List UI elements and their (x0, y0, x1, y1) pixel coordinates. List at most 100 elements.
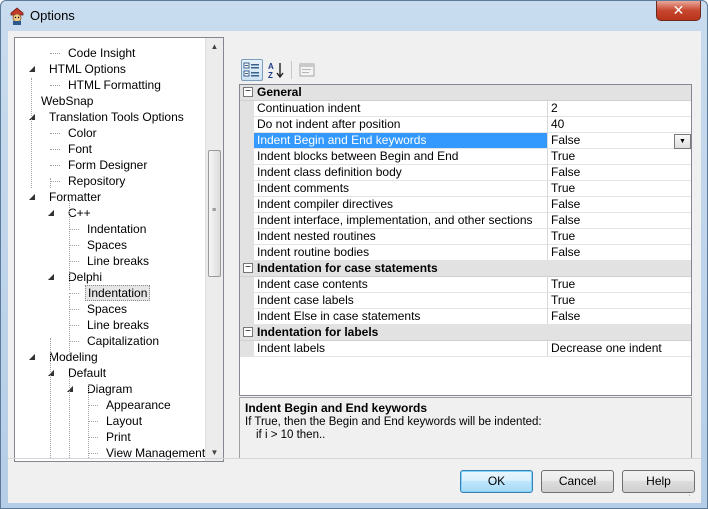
tree-item[interactable]: Capitalization (15, 333, 205, 349)
tree-expander-icon[interactable]: ◢ (46, 269, 56, 285)
tree-item[interactable]: Appearance (15, 397, 205, 413)
tree-expander-icon[interactable]: ◢ (27, 349, 37, 365)
property-name[interactable]: Continuation indent (254, 101, 548, 117)
property-name[interactable]: Indent Else in case statements (254, 309, 548, 325)
options-tree[interactable]: Code Insight ◢ HTML Options HTML Formatting… (14, 37, 224, 462)
property-name[interactable]: Indent interface, implementation, and ot… (254, 213, 548, 229)
collapse-icon[interactable]: − (243, 87, 253, 97)
property-value[interactable]: True (548, 181, 691, 197)
property-name[interactable]: Indent nested routines (254, 229, 548, 245)
property-name[interactable]: Indent labels (254, 341, 548, 357)
grid-property-row[interactable]: Indent interface, implementation, and ot… (240, 213, 691, 229)
collapse-icon[interactable]: − (243, 263, 253, 273)
ok-button[interactable]: OK (460, 470, 533, 493)
tree-item[interactable]: Color (15, 125, 205, 141)
property-name[interactable]: Indent class definition body (254, 165, 548, 181)
tree-item[interactable]: Layout (15, 413, 205, 429)
tree-item[interactable]: Repository (15, 173, 205, 189)
tree-item[interactable]: ◢ Formatter (15, 189, 205, 205)
property-pages-button[interactable] (296, 59, 318, 81)
grid-property-row[interactable]: Do not indent after position 40 (240, 117, 691, 133)
property-name[interactable]: Indent case contents (254, 277, 548, 293)
tree-expander-icon[interactable]: ◢ (46, 365, 56, 381)
property-name[interactable]: Indent routine bodies (254, 245, 548, 261)
property-name[interactable]: Do not indent after position (254, 117, 548, 133)
tree-item[interactable]: Code Insight (15, 45, 205, 61)
tree-item[interactable]: ◢ Modeling (15, 349, 205, 365)
tree-item[interactable]: ◢ C++ (15, 205, 205, 221)
property-value[interactable]: 40 (548, 117, 691, 133)
tree-item[interactable]: Line breaks (15, 317, 205, 333)
grid-property-row[interactable]: Indent compiler directives False (240, 197, 691, 213)
grid-property-row[interactable]: Indent case labels True (240, 293, 691, 309)
grid-property-row[interactable]: Indent Else in case statements False (240, 309, 691, 325)
tree-expander-icon[interactable]: ◢ (27, 109, 37, 125)
tree-item-label: Diagram (87, 382, 133, 396)
property-value[interactable]: False (548, 197, 691, 213)
tree-item[interactable]: WebSnap (15, 93, 205, 109)
tree-item[interactable]: HTML Formatting (15, 77, 205, 93)
grid-property-row[interactable]: Indent case contents True (240, 277, 691, 293)
tree-item[interactable]: Spaces (15, 237, 205, 253)
property-value[interactable]: Decrease one indent (548, 341, 691, 357)
grid-property-row[interactable]: Indent Begin and End keywords False ▼ (240, 133, 691, 149)
property-value[interactable]: False (548, 133, 691, 149)
property-value[interactable]: True (548, 293, 691, 309)
close-button[interactable]: ✕ (656, 1, 701, 21)
grid-category[interactable]: − General (240, 85, 691, 101)
grid-property-row[interactable]: Indent nested routines True (240, 229, 691, 245)
property-grid[interactable]: − General Continuation indent 2 Do not inden… (239, 84, 692, 396)
tree-item[interactable]: Indentation (15, 285, 205, 301)
property-value[interactable]: True (548, 277, 691, 293)
property-value[interactable]: False (548, 213, 691, 229)
property-value[interactable]: True (548, 229, 691, 245)
property-value[interactable]: False (548, 245, 691, 261)
grid-property-row[interactable]: Indent labels Decrease one indent (240, 341, 691, 357)
tree-item[interactable]: Spaces (15, 301, 205, 317)
tree-item[interactable]: Print (15, 429, 205, 445)
tree-item[interactable]: ◢ Default (15, 365, 205, 381)
tree-item[interactable]: Line breaks (15, 253, 205, 269)
button-divider (8, 458, 701, 459)
property-name[interactable]: Indent Begin and End keywords (254, 133, 548, 149)
tree-item-label: Translation Tools Options (49, 110, 184, 124)
grid-property-row[interactable]: Indent class definition body False (240, 165, 691, 181)
tree-item[interactable]: ◢ Diagram (15, 381, 205, 397)
title-bar[interactable]: Options ✕ (1, 1, 707, 31)
tree-item[interactable]: Font (15, 141, 205, 157)
scroll-up-icon[interactable]: ▲ (206, 38, 223, 55)
tree-connector (88, 453, 98, 454)
property-value[interactable]: 2 (548, 101, 691, 117)
tree-expander-icon[interactable]: ◢ (27, 189, 37, 205)
grid-category[interactable]: − Indentation for labels (240, 325, 691, 341)
property-value[interactable]: True (548, 149, 691, 165)
collapse-icon[interactable]: − (243, 327, 253, 337)
size-grip-icon[interactable]: ⋰ (688, 489, 700, 503)
tree-expander-icon[interactable]: ◢ (27, 61, 37, 77)
property-name[interactable]: Indent blocks between Begin and End (254, 149, 548, 165)
property-value[interactable]: False (548, 309, 691, 325)
property-value[interactable]: False (548, 165, 691, 181)
tree-item[interactable]: ◢ Translation Tools Options (15, 109, 205, 125)
property-name[interactable]: Indent case labels (254, 293, 548, 309)
grid-property-row[interactable]: Indent routine bodies False (240, 245, 691, 261)
categorized-button[interactable] (241, 59, 263, 81)
grid-category[interactable]: − Indentation for case statements (240, 261, 691, 277)
tree-item[interactable]: ◢ Delphi (15, 269, 205, 285)
dropdown-arrow-icon[interactable]: ▼ (674, 134, 691, 149)
alphabetical-button[interactable]: A Z (265, 59, 287, 81)
tree-scrollbar[interactable]: ▲ ≡ ▼ (205, 38, 223, 461)
cancel-button[interactable]: Cancel (541, 470, 614, 493)
scroll-thumb[interactable]: ≡ (208, 150, 221, 277)
grid-property-row[interactable]: Continuation indent 2 (240, 101, 691, 117)
tree-item[interactable]: Indentation (15, 221, 205, 237)
help-button[interactable]: Help (622, 470, 695, 493)
tree-item[interactable]: Form Designer (15, 157, 205, 173)
grid-property-row[interactable]: Indent comments True (240, 181, 691, 197)
property-name[interactable]: Indent compiler directives (254, 197, 548, 213)
tree-expander-icon[interactable]: ◢ (65, 381, 75, 397)
tree-expander-icon[interactable]: ◢ (46, 205, 56, 221)
property-name[interactable]: Indent comments (254, 181, 548, 197)
tree-item[interactable]: ◢ HTML Options (15, 61, 205, 77)
grid-property-row[interactable]: Indent blocks between Begin and End True (240, 149, 691, 165)
